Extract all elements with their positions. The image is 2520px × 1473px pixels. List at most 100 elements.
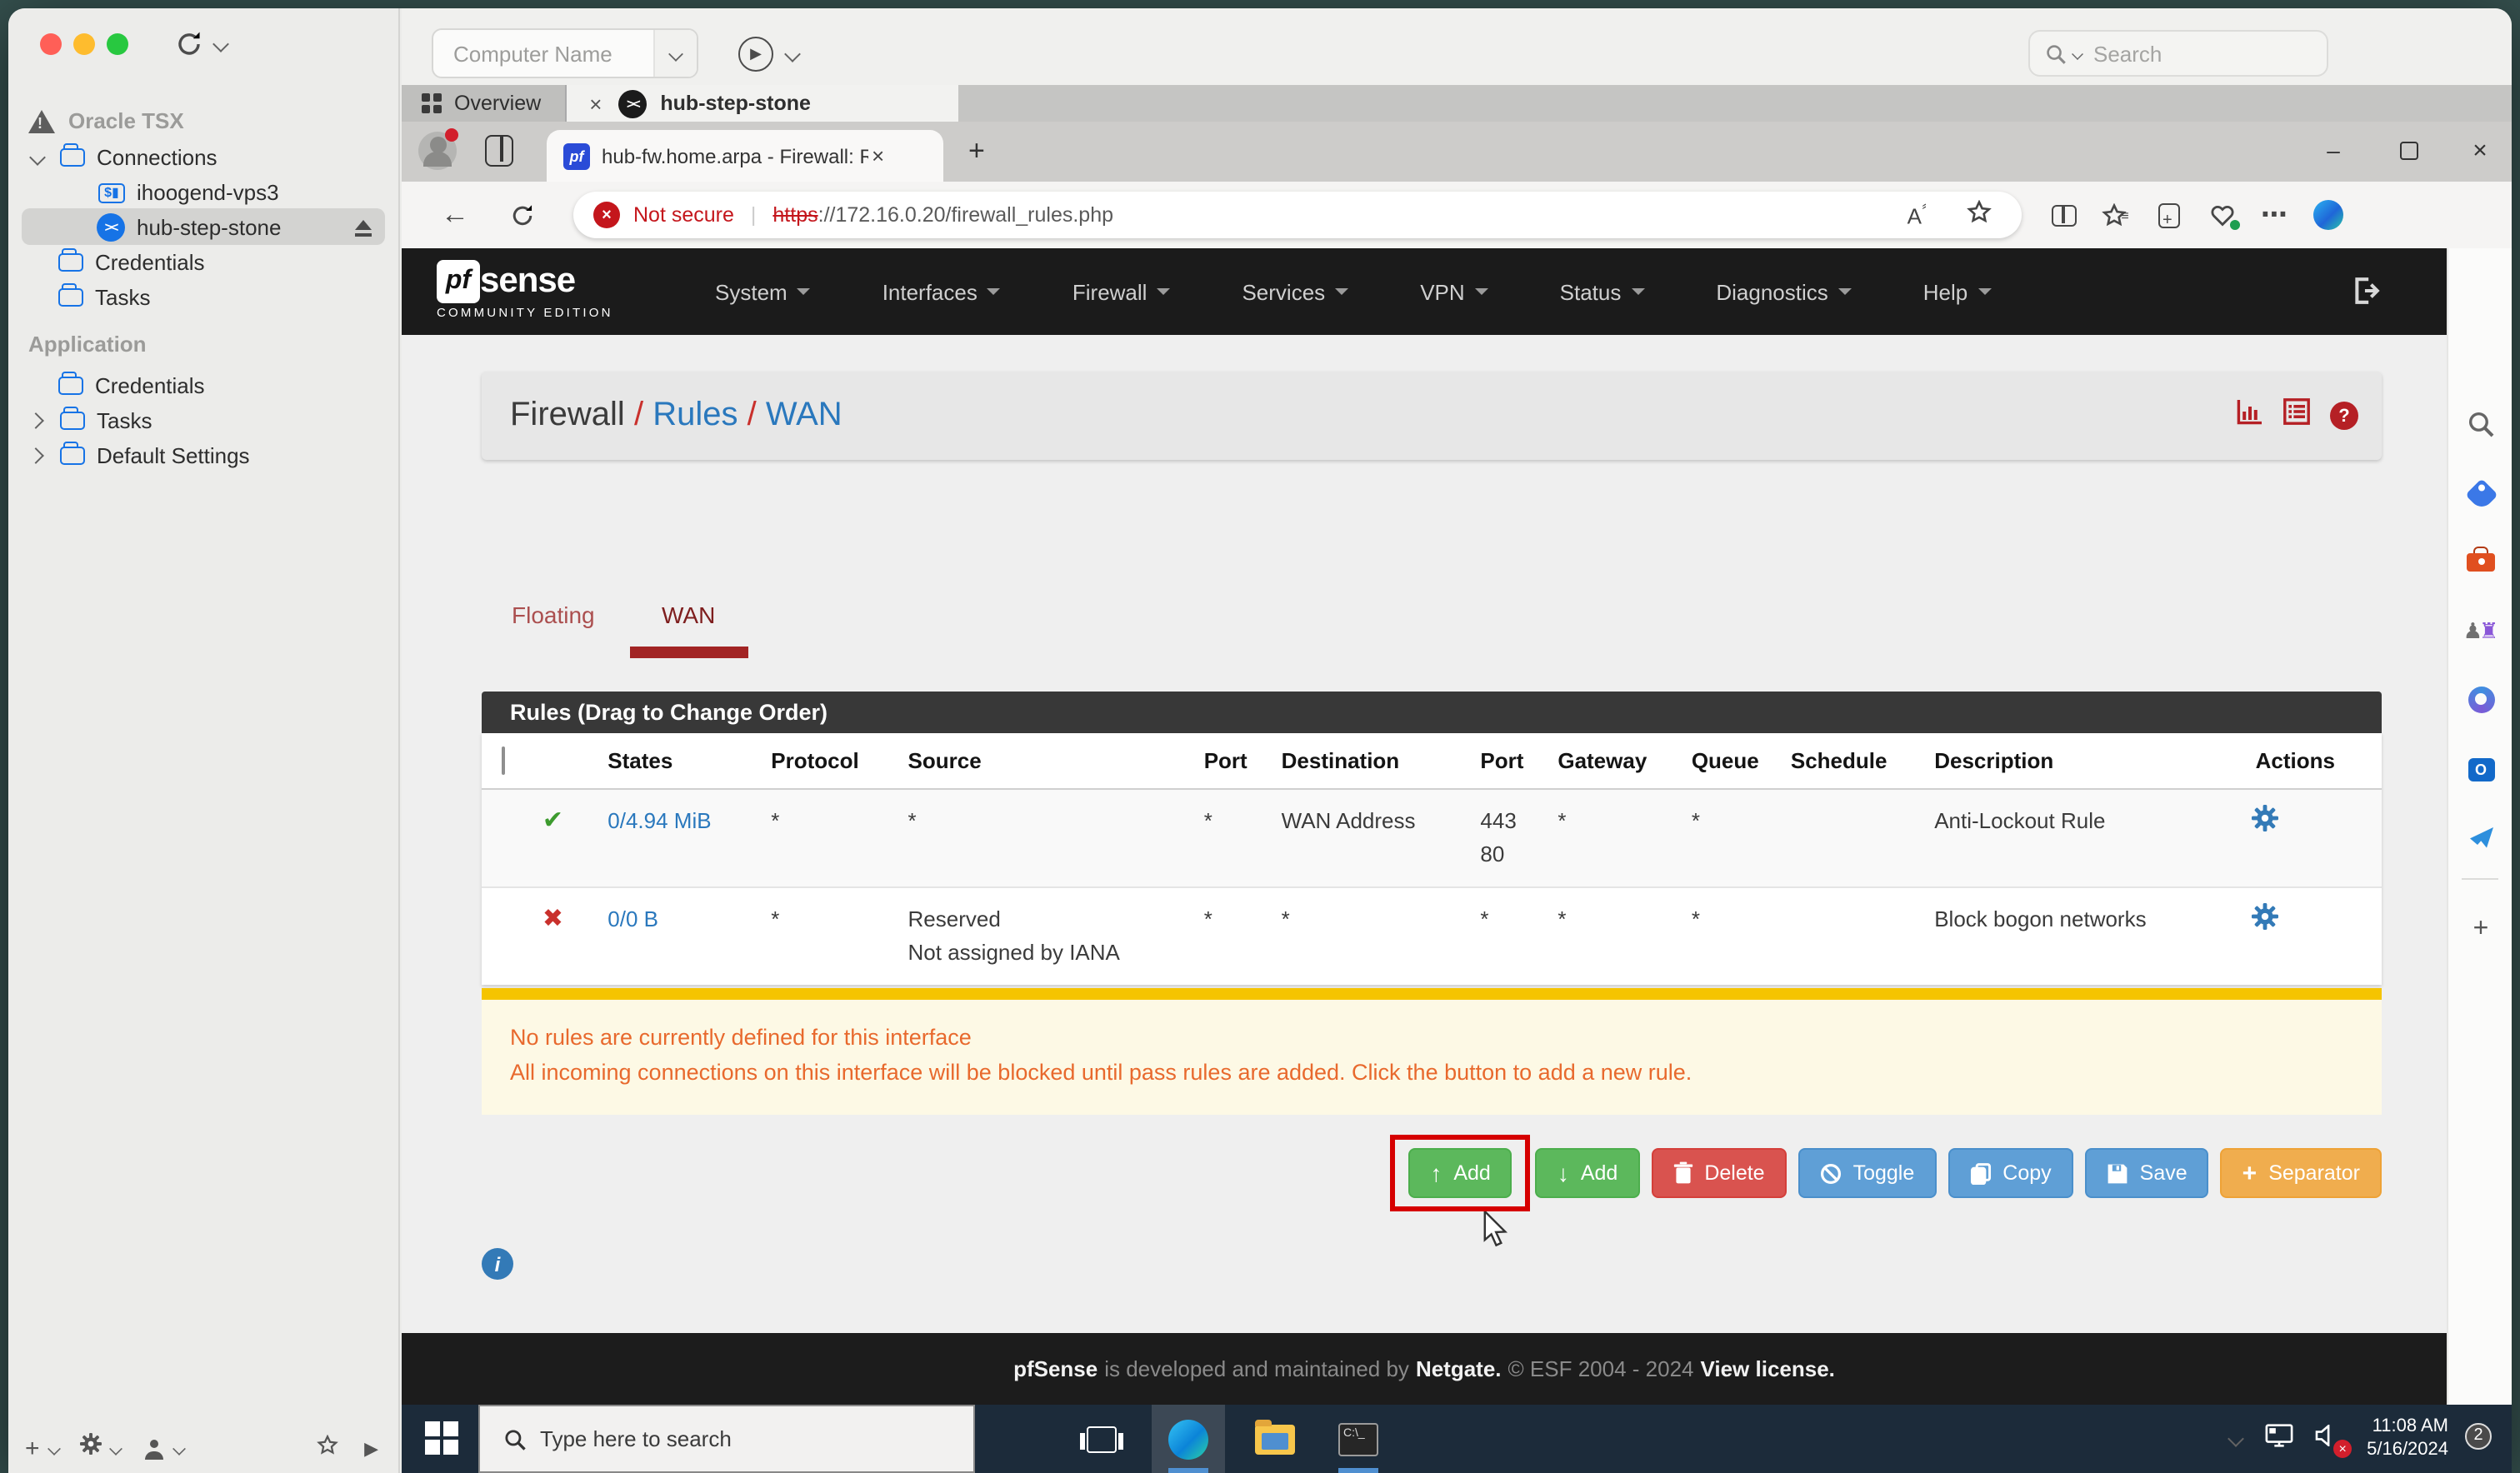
sidebar-item-default-settings[interactable]: Default Settings [8, 438, 400, 473]
gear-dropdown-chevron[interactable] [108, 1441, 122, 1455]
rail-shopping-icon[interactable] [2463, 477, 2498, 512]
new-tab-button[interactable]: + [968, 135, 985, 168]
states-link[interactable]: 0/4.94 MiB [608, 808, 711, 833]
tab-close-icon[interactable]: × [589, 91, 602, 116]
menu-interfaces[interactable]: Interfaces [882, 279, 1001, 304]
taskbar-search[interactable] [478, 1405, 975, 1473]
tab-close-icon[interactable]: × [872, 143, 884, 168]
table-row[interactable]: ✖ 0/0 B * Reserved Not assigned by IANA *… [482, 886, 2382, 985]
workspaces-icon[interactable] [485, 135, 513, 167]
rail-add-icon[interactable]: + [2463, 911, 2498, 946]
mac-minimize-button[interactable] [73, 33, 95, 55]
viewer-search-field[interactable] [2028, 30, 2328, 77]
sidebar-item-credentials[interactable]: Credentials [8, 245, 400, 280]
user-dropdown-chevron[interactable] [172, 1441, 186, 1455]
favorite-star-icon[interactable] [1967, 200, 1992, 230]
add-rule-bottom-button[interactable]: ↓ Add [1535, 1148, 1640, 1198]
menu-help[interactable]: Help [1923, 279, 1992, 304]
add-rule-top-button[interactable]: ↑ Add [1408, 1148, 1512, 1198]
eject-icon[interactable] [352, 219, 373, 236]
sync-button[interactable] [175, 30, 203, 67]
rail-games-icon[interactable]: ♟ ♜ [2463, 613, 2499, 648]
add-button[interactable]: + [25, 1434, 40, 1462]
chevron-right-icon[interactable] [28, 412, 44, 429]
tab-hub-step-stone[interactable]: × >< hub-step-stone [566, 85, 958, 122]
address-bar[interactable]: × Not secure | https ://172.16.0.20/fire… [573, 192, 2022, 238]
taskbar-terminal-button[interactable]: C:\_ [1322, 1405, 1395, 1473]
menu-diagnostics[interactable]: Diagnostics [1716, 279, 1852, 304]
play-dropdown-chevron[interactable] [784, 46, 801, 62]
rule-actions-gear-icon[interactable] [2252, 811, 2278, 836]
sidebar-item-hub-step-stone[interactable]: >< hub-step-stone [8, 210, 400, 245]
logout-icon[interactable] [2352, 277, 2380, 313]
taskbar-search-input[interactable] [540, 1426, 907, 1451]
toggle-button[interactable]: Toggle [1798, 1148, 1937, 1198]
table-row[interactable]: ✔ 0/4.94 MiB * * * WAN Address 443 80 * * [482, 788, 2382, 887]
copy-button[interactable]: Copy [1948, 1148, 2073, 1198]
footer-license-link[interactable]: View license. [1701, 1356, 1835, 1381]
back-icon[interactable]: ← [435, 195, 475, 235]
mac-close-button[interactable] [40, 33, 62, 55]
pfsense-brand[interactable]: pf sense COMMUNITY EDITION [437, 260, 613, 320]
task-view-button[interactable] [1065, 1405, 1138, 1473]
read-aloud-icon[interactable]: A〞 [1908, 202, 1935, 229]
log-list-icon[interactable] [2283, 398, 2310, 433]
favorite-star-button[interactable] [317, 1435, 338, 1461]
copilot-icon[interactable] [2308, 195, 2348, 235]
more-menu-icon[interactable]: ⋯ [2255, 195, 2295, 235]
states-chart-icon[interactable] [2237, 398, 2263, 433]
rail-search-icon[interactable] [2463, 407, 2498, 442]
breadcrumb-tab[interactable]: WAN [766, 397, 842, 433]
select-all-checkbox[interactable] [502, 746, 505, 775]
separator-button[interactable]: + Separator [2220, 1148, 2382, 1198]
info-icon[interactable]: i [482, 1248, 513, 1280]
rail-toolbox-icon[interactable] [2463, 545, 2498, 580]
menu-status[interactable]: Status [1560, 279, 1645, 304]
minimize-button[interactable]: – [2308, 127, 2358, 173]
help-icon[interactable]: ? [2330, 402, 2358, 430]
start-button[interactable] [425, 1421, 458, 1455]
tab-floating[interactable]: Floating [512, 602, 595, 628]
connect-play-button[interactable]: ▶ [738, 37, 773, 72]
split-screen-icon[interactable] [2043, 195, 2083, 235]
rail-outlook-icon[interactable]: O [2463, 751, 2498, 786]
user-button[interactable] [144, 1439, 163, 1459]
mac-zoom-button[interactable] [107, 33, 128, 55]
sidebar-item-app-credentials[interactable]: Credentials [8, 368, 400, 403]
profile-avatar[interactable] [418, 128, 458, 170]
tab-wan[interactable]: WAN [662, 602, 715, 628]
states-link[interactable]: 0/0 B [608, 906, 658, 931]
actions-gear-button[interactable] [80, 1433, 102, 1463]
breadcrumb-page[interactable]: Rules [652, 397, 738, 433]
chevron-right-icon[interactable] [28, 447, 44, 464]
network-icon[interactable] [2265, 1422, 2293, 1456]
sidebar-item-app-tasks[interactable]: Tasks [8, 403, 400, 438]
add-dropdown-chevron[interactable] [47, 1441, 61, 1455]
close-button[interactable]: × [2455, 127, 2505, 173]
sidebar-item-tasks[interactable]: Tasks [8, 280, 400, 315]
computer-name-select[interactable]: Computer Name [432, 28, 698, 78]
tab-overview[interactable]: Overview [402, 85, 567, 122]
rule-actions-gear-icon[interactable] [2252, 910, 2278, 935]
tray-expand-chevron[interactable] [2228, 1431, 2245, 1447]
edge-active-tab[interactable]: pf hub-fw.home.arpa - Firewall: Rul × [547, 130, 943, 182]
collections-icon[interactable]: + [2148, 195, 2188, 235]
menu-system[interactable]: System [715, 279, 811, 304]
taskbar-edge-button[interactable] [1152, 1405, 1225, 1473]
menu-vpn[interactable]: VPN [1420, 279, 1488, 304]
refresh-icon[interactable] [502, 195, 542, 235]
sidebar-item-ihoogend-vps3[interactable]: $▮ ihoogend-vps3 [8, 175, 400, 210]
volume-muted-icon[interactable]: × [2315, 1424, 2352, 1457]
save-button[interactable]: Save [2084, 1148, 2209, 1198]
search-scope-chevron[interactable] [2072, 47, 2083, 59]
run-button[interactable]: ▶ [364, 1437, 378, 1459]
chevron-down-icon[interactable] [29, 149, 46, 166]
menu-services[interactable]: Services [1242, 279, 1349, 304]
restore-button[interactable] [2383, 127, 2433, 173]
browser-essentials-icon[interactable] [2202, 195, 2242, 235]
combo-chevron[interactable] [653, 30, 697, 77]
taskbar-clock[interactable]: 11:08 AM 5/16/2024 [2367, 1416, 2448, 1461]
sidebar-item-root[interactable]: Oracle TSX [8, 103, 400, 138]
search-input[interactable] [2093, 41, 2293, 66]
sidebar-item-connections[interactable]: Connections [8, 140, 400, 175]
